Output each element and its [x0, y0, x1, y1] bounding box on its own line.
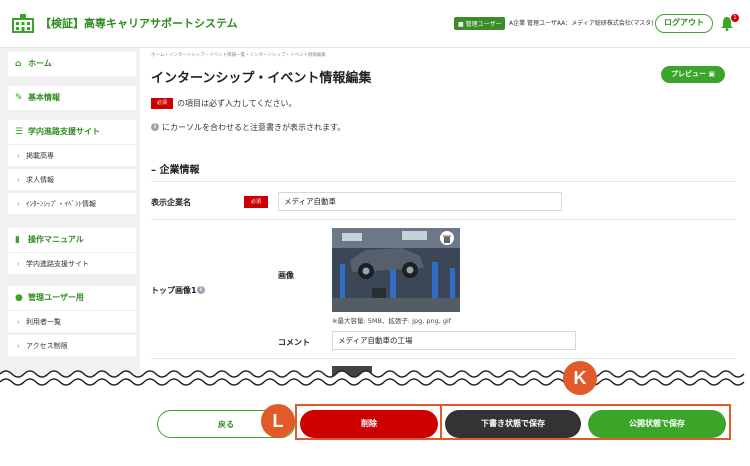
divider — [151, 181, 736, 182]
external-window-icon: ▣ — [708, 70, 716, 78]
logout-button[interactable]: ログアウト — [655, 14, 713, 33]
app-header: 【検証】高専キャリアサポートシステム ■ 管理ユーザー A企業 管理ユーザAA：… — [0, 0, 750, 48]
sidebar-item-jobs[interactable]: 求人情報 — [8, 168, 136, 191]
page-title: インターンシップ・イベント情報編集 — [151, 71, 372, 86]
sidebar-item-home[interactable]: ⌂ ホーム — [8, 52, 136, 76]
user-icon: ■ — [458, 21, 464, 28]
info-icon: i — [151, 123, 159, 131]
user-info: A企業 管理ユーザAA：メディア総研株式会社(マスタ) — [509, 20, 654, 27]
sidebar-item-label: 操作マニュアル — [28, 235, 84, 244]
required-tag: 必須 — [151, 98, 173, 109]
sidebar-item-user-list[interactable]: 利用者一覧 — [8, 310, 136, 333]
required-tag: 必須 — [244, 196, 268, 208]
sidebar-item-label: 基本情報 — [28, 93, 60, 102]
callout-marker-k: K — [563, 361, 597, 395]
divider — [151, 358, 736, 359]
callout-frame-k — [440, 404, 731, 440]
divider — [151, 219, 736, 220]
sidebar-item-access-restriction[interactable]: アクセス制限 — [8, 334, 136, 357]
sidebar-item-manual[interactable]: ▮ 操作マニュアル — [8, 228, 136, 252]
list-icon: ☰ — [15, 127, 24, 137]
comment-label: コメント — [278, 338, 310, 347]
sidebar-item-campus-site[interactable]: ☰ 学内進路支援サイト — [8, 120, 136, 144]
top-image-label: トップ画像1 — [151, 286, 197, 295]
preview-button[interactable]: プレビュー ▣ — [661, 66, 725, 83]
image-label: 画像 — [278, 271, 294, 280]
callout-marker-l: L — [261, 404, 295, 438]
sidebar-item-admin[interactable]: ● 管理ユーザー用 — [8, 286, 136, 310]
sidebar-item-label: 学内進路支援サイト — [28, 127, 100, 136]
image-size-note: ※最大容量: 5MB、拡張子: jpg, png, gif — [332, 317, 452, 325]
hover-note: にカーソルを合わせると注意書きが表示されます。 — [162, 123, 346, 132]
breadcrumb: ホーム・インターンシップ・イベント情報一覧・インターンシップ・イベント情報編集 — [151, 53, 326, 58]
sidebar-item-internship[interactable]: ｲﾝﾀｰﾝｼｯﾌﾟ・ｲﾍﾞﾝﾄ情報 — [8, 192, 136, 215]
sidebar-item-label: ホーム — [28, 59, 52, 68]
preview-label: プレビュー — [670, 70, 706, 78]
comment-input[interactable]: メディア自動車の工場 — [332, 331, 576, 350]
notification-count-badge: 1 — [731, 14, 739, 22]
company-name-input[interactable]: メディア自動車 — [278, 192, 562, 211]
sidebar-item-manual-campus[interactable]: 学内進路支援サイト — [8, 252, 136, 275]
admin-user-badge: ■ 管理ユーザー — [454, 17, 506, 30]
sidebar-item-basic-info[interactable]: ✎ 基本情報 — [8, 86, 136, 110]
app-title: 【検証】高専キャリアサポートシステム — [40, 17, 238, 30]
pencil-icon: ✎ — [15, 93, 23, 103]
admin-badge-label: 管理ユーザー — [465, 21, 502, 28]
company-name-label: 表示企業名 — [151, 198, 191, 207]
delete-image-button[interactable] — [440, 231, 454, 245]
book-icon: ▮ — [15, 235, 20, 245]
sidebar-item-label: 管理ユーザー用 — [28, 293, 84, 302]
required-note: の項目は必ず入力してください。 — [177, 99, 297, 108]
callout-frame-l — [295, 404, 442, 440]
info-icon[interactable]: i — [197, 286, 205, 294]
school-logo-icon — [12, 14, 34, 33]
user-icon: ● — [15, 293, 23, 303]
sidebar-item-colleges[interactable]: 掲載高専 — [8, 144, 136, 167]
section-title-company-info: – 企業情報 — [151, 165, 200, 176]
trash-icon — [443, 235, 451, 243]
home-icon: ⌂ — [15, 59, 22, 69]
